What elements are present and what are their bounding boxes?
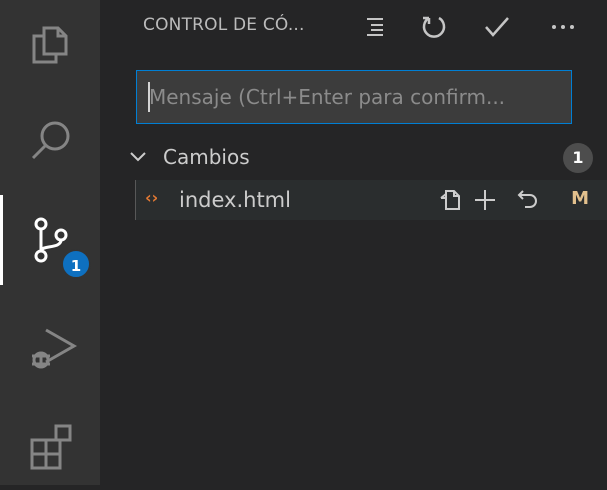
source-control-panel: CONTROL DE CÓ... Cambios	[100, 0, 607, 485]
tree-view-button[interactable]	[358, 10, 392, 44]
open-file-icon	[440, 190, 460, 210]
tree-view-icon	[367, 18, 383, 36]
extensions-icon	[30, 424, 72, 470]
changes-group-header[interactable]: Cambios 1	[128, 140, 593, 176]
chevron-down-icon	[130, 152, 146, 162]
source-control-badge: 1	[61, 249, 91, 279]
file-name: index.html	[179, 188, 291, 212]
discard-changes-icon	[517, 190, 537, 208]
more-actions-icon	[552, 25, 574, 29]
activity-extensions[interactable]	[0, 400, 100, 490]
panel-title: CONTROL DE CÓ...	[143, 15, 305, 35]
html-file-icon: ‹›	[145, 188, 159, 207]
activity-search[interactable]	[0, 96, 100, 186]
commit-button[interactable]	[480, 10, 514, 44]
run-debug-icon	[32, 328, 78, 369]
open-file-button[interactable]	[436, 186, 464, 214]
changes-count-badge: 1	[563, 143, 593, 173]
text-caret	[148, 82, 150, 112]
changes-group-label: Cambios	[163, 145, 250, 169]
activity-bar: 1	[0, 0, 100, 485]
more-actions-button[interactable]	[546, 10, 580, 44]
refresh-button[interactable]	[417, 10, 451, 44]
activity-run-debug[interactable]	[0, 300, 100, 390]
stage-plus-icon	[475, 190, 495, 210]
activity-source-control[interactable]: 1	[0, 195, 100, 285]
changed-file-row[interactable]: ‹› index.html M	[135, 180, 607, 220]
refresh-icon	[422, 16, 446, 38]
discard-changes-button[interactable]	[513, 186, 541, 214]
commit-message-input[interactable]	[136, 70, 572, 124]
files-icon	[32, 26, 68, 64]
search-icon	[31, 121, 70, 160]
panel-header: CONTROL DE CÓ...	[100, 0, 607, 52]
modified-status-badge: M	[571, 188, 589, 209]
stage-change-button[interactable]	[471, 186, 499, 214]
commit-check-icon	[485, 17, 509, 37]
indent-guide	[135, 180, 136, 220]
activity-explorer[interactable]	[0, 0, 100, 90]
